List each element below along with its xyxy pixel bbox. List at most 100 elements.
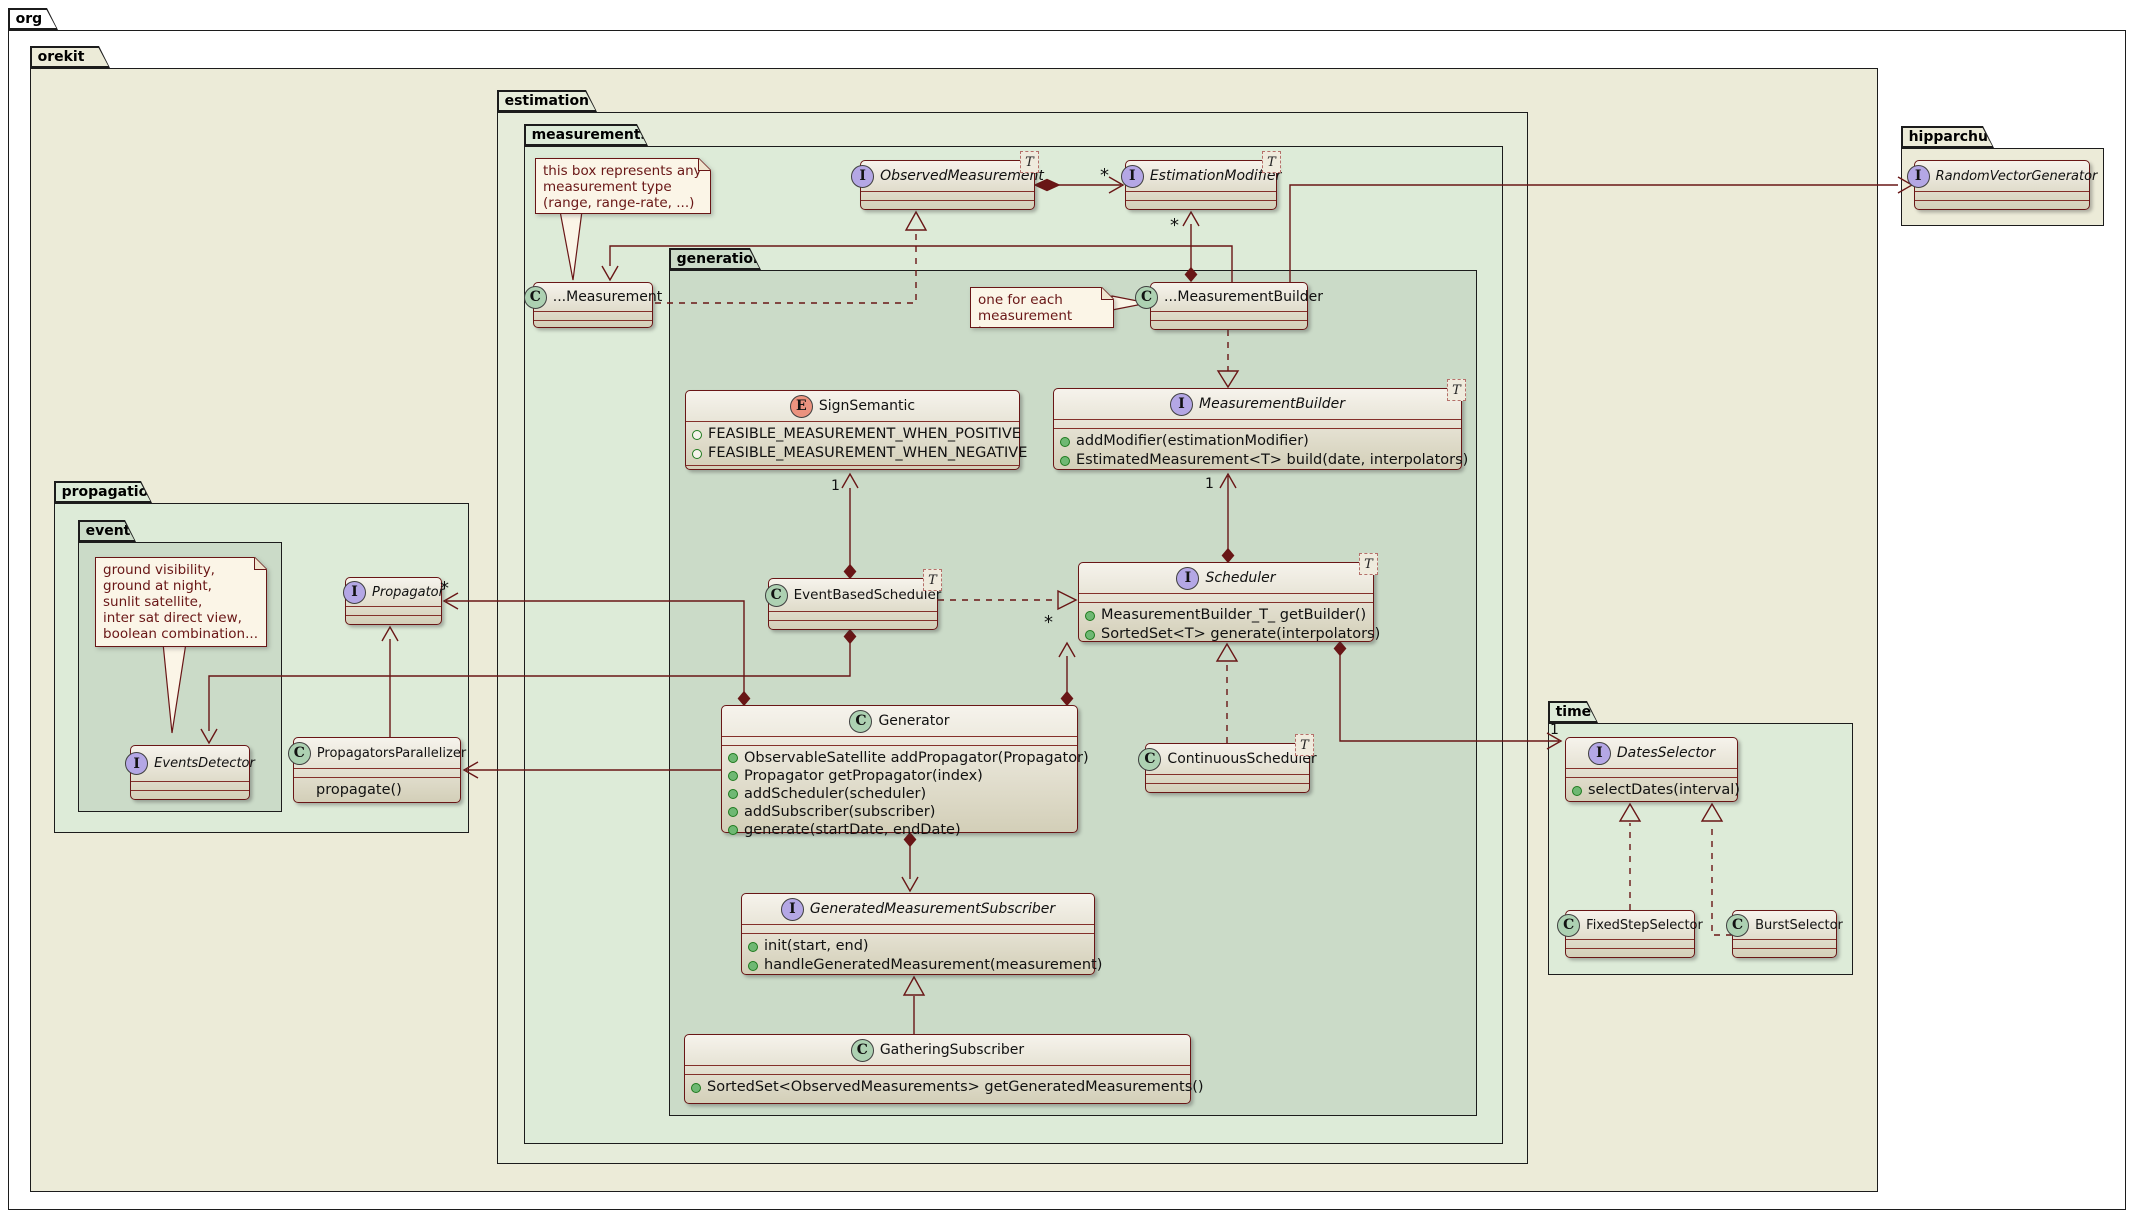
edge-propagatorsparallelizer-propagator [382, 627, 398, 737]
note-event-examples-tail [163, 643, 186, 733]
class-box-fixedstepselector: CFixedStepSelector [1565, 910, 1695, 958]
class-icon: C [849, 710, 872, 733]
edge-generator-scheduler [1059, 643, 1075, 705]
class-title: ...Measurement [553, 289, 662, 305]
generic-type-tag: T [1020, 151, 1039, 173]
method-visibility-icon [1085, 611, 1095, 621]
enum-constant: FEASIBLE_MEASUREMENT_WHEN_POSITIVE [692, 425, 1012, 444]
method-visibility-icon [1572, 786, 1582, 796]
edge-continuousscheduler-scheduler-triangle [1217, 644, 1237, 661]
class-title: PropagatorsParallelizer [317, 746, 466, 761]
class-title: Generator [878, 713, 949, 729]
empty-compartment [1915, 200, 2089, 209]
edge-generator-generatedmeasurementsubscriber [902, 833, 918, 891]
interface-icon: I [1588, 742, 1611, 765]
empty-compartment [1733, 939, 1836, 948]
class-title: FixedStepSelector [1586, 918, 1703, 933]
note-measurement-type-tail [560, 211, 582, 280]
note-line: inter sat direct view, [103, 610, 259, 626]
enum-icon: E [790, 395, 813, 418]
multiplicity-label: * [1170, 215, 1179, 236]
empty-compartment [294, 768, 460, 777]
method: init(start, end) [748, 937, 1087, 956]
method-visibility-icon [728, 771, 738, 781]
class-box-generatedmeasurementsubscriber: IGeneratedMeasurementSubscriber init(sta… [741, 893, 1095, 975]
class-box-generator: C Generator ObservableSatellite addPropag… [721, 705, 1078, 833]
class-box-signsemantic: ESignSemantic FEASIBLE_MEASUREMENT_WHEN_… [685, 390, 1020, 470]
enum-constant: FEASIBLE_MEASUREMENT_WHEN_NEGATIVE [692, 444, 1012, 463]
class-title: Scheduler [1205, 570, 1275, 586]
class-title: EventBasedScheduler [794, 587, 942, 603]
empty-compartment [131, 781, 249, 790]
interface-icon: I [851, 165, 874, 188]
class-box-estimationmodifier: T IEstimationModifier [1125, 160, 1277, 210]
class-icon: C [851, 1039, 874, 1062]
class-title: GatheringSubscriber [880, 1042, 1024, 1058]
note-line: measurement type [543, 179, 703, 195]
generic-type-tag: T [1447, 379, 1466, 401]
method-visibility-icon [728, 807, 738, 817]
interface-icon: I [125, 752, 148, 775]
generic-type-tag: T [923, 569, 942, 591]
empty-compartment [769, 620, 937, 629]
empty-compartment [534, 311, 652, 320]
class-box-xmeasurementbuilder: C...MeasurementBuilder [1150, 282, 1308, 330]
note-measurement-type: this box represents any measurement type… [535, 158, 711, 214]
edge-gatheringsubscriber-generatedmeasurementsubscriber-triangle [904, 977, 924, 995]
multiplicity-label: 1 [1205, 476, 1214, 492]
edge-xmeasurement-observedmeasurement-triangle [906, 212, 926, 230]
generic-type-tag: T [1359, 553, 1378, 575]
edge-generator-propagatorsparallelizer [464, 762, 721, 778]
edge-xmeasurementbuilder-randomvectorgenerator [1290, 177, 1912, 282]
multiplicity-label: * [440, 578, 449, 599]
empty-compartment [346, 606, 441, 615]
class-title: DatesSelector [1617, 745, 1715, 761]
interface-icon: I [343, 581, 366, 604]
note-line: sunlit satellite, [103, 594, 259, 610]
edge-xmeasurementbuilder-measurementbuilder-triangle [1218, 371, 1238, 387]
class-box-continuousscheduler: T CContinuousScheduler [1145, 743, 1310, 793]
edge-burstselector-datesselector-triangle2 [1620, 804, 1640, 821]
class-title: GeneratedMeasurementSubscriber [810, 901, 1055, 917]
enum-constant-icon [692, 449, 702, 459]
edge-eventbasedscheduler-signsemantic [842, 474, 858, 578]
multiplicity-label: * [1044, 612, 1053, 633]
method-visibility-icon [691, 1083, 701, 1093]
multiplicity-label: 1 [831, 478, 840, 494]
note-line: (range, range-rate, ...) [543, 195, 703, 211]
class-box-measurementbuilder: T IMeasurementBuilder addModifier(estima… [1053, 388, 1462, 470]
method: Propagator getPropagator(index) [728, 767, 1070, 785]
multiplicity-label: * [1100, 165, 1109, 186]
edge-xmeasurement-observedmeasurement [655, 231, 916, 303]
note-event-examples: ground visibility, ground at night, sunl… [95, 557, 267, 647]
empty-compartment [1146, 783, 1309, 792]
method: MeasurementBuilder_T_ getBuilder() [1085, 606, 1366, 625]
generic-type-tag: T [1262, 151, 1281, 173]
class-icon: C [288, 742, 311, 765]
note-line: ground at night, [103, 578, 259, 594]
empty-compartment [1151, 320, 1307, 329]
edge-eventbasedscheduler-scheduler-triangle [1058, 591, 1076, 609]
note-line: ground visibility, [103, 562, 259, 578]
empty-compartment [346, 615, 441, 624]
class-box-propagatorsparallelizer: CPropagatorsParallelizer propagate() [293, 737, 461, 803]
class-box-eventbasedscheduler: T CEventBasedScheduler [768, 578, 938, 630]
method: EstimatedMeasurement<T> build(date, inte… [1060, 451, 1454, 470]
method-visibility-icon [748, 961, 758, 971]
method-visibility-icon [748, 942, 758, 952]
class-icon: C [1557, 914, 1580, 937]
class-title: RandomVectorGenerator [1936, 169, 2098, 184]
empty-compartment [685, 1065, 1190, 1074]
class-box-observedmeasurement: T IObservedMeasurement [860, 160, 1035, 210]
class-box-propagator: IPropagator [345, 577, 442, 625]
class-icon: C [1135, 286, 1158, 309]
edge-scheduler-measurementbuilder [1220, 474, 1236, 562]
method: ObservableSatellite addPropagator(Propag… [728, 749, 1070, 767]
empty-compartment [1566, 948, 1694, 957]
edge-generator-propagator [444, 593, 750, 705]
method: addScheduler(scheduler) [728, 785, 1070, 803]
empty-compartment [742, 924, 1094, 933]
empty-compartment [1079, 593, 1373, 602]
class-box-burstselector: CBurstSelector [1732, 910, 1837, 958]
interface-icon: I [1121, 165, 1144, 188]
